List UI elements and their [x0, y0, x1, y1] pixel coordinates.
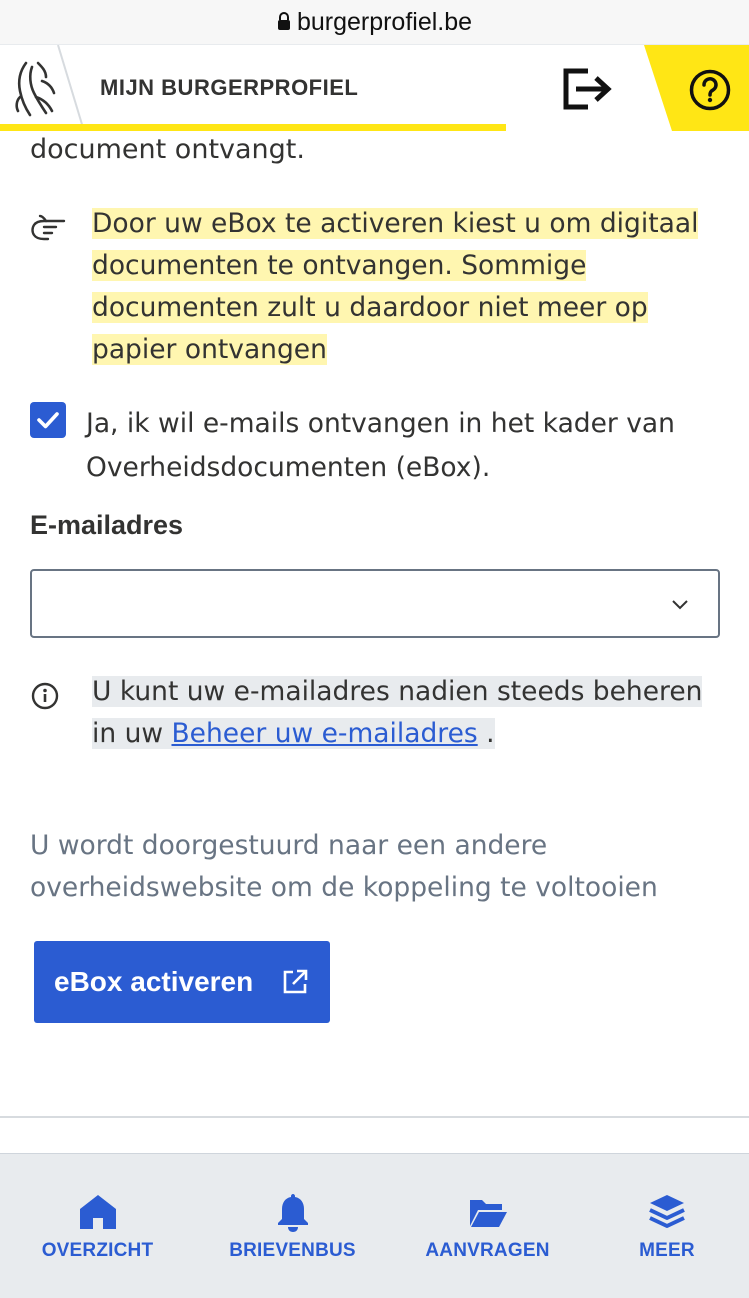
- tab-aanvragen-label: AANVRAGEN: [425, 1240, 550, 1261]
- tab-aanvragen[interactable]: AANVRAGEN: [390, 1154, 585, 1298]
- manage-email-link[interactable]: Beheer uw e-mailadres: [171, 718, 477, 749]
- consent-label: Ja, ik wil e-mails ontvangen in het kade…: [86, 408, 675, 483]
- paragraph-end: document ontvangt.: [30, 134, 305, 165]
- content-divider: [0, 1116, 749, 1118]
- ebox-activate-label: eBox activeren: [54, 966, 254, 997]
- consent-checkbox[interactable]: [30, 402, 66, 438]
- help-icon[interactable]: [689, 69, 731, 111]
- page-title: MIJN BURGERPROFIEL: [100, 75, 359, 100]
- pointing-hand-icon: [31, 214, 66, 241]
- tab-brievenbus[interactable]: BRIEVENBUS: [195, 1154, 390, 1298]
- callout-text: Door uw eBox te activeren kiest u om dig…: [92, 208, 699, 365]
- home-icon: [79, 1195, 116, 1229]
- info-text: U kunt uw e-mailadres nadien steeds behe…: [92, 676, 703, 749]
- checkmark-icon: [37, 412, 59, 429]
- logout-icon[interactable]: [562, 67, 614, 111]
- browser-url: burgerprofiel.be: [296, 7, 473, 36]
- tab-meer[interactable]: MEER: [585, 1154, 749, 1298]
- app-header: MIJN BURGERPROFIEL: [0, 44, 749, 131]
- info-icon: [31, 682, 59, 710]
- browser-url-bar[interactable]: burgerprofiel.be: [0, 0, 749, 44]
- redirect-notice: U wordt doorgestuurd naar een andere ove…: [30, 830, 658, 903]
- email-select[interactable]: [30, 569, 720, 638]
- bell-icon: [277, 1194, 308, 1232]
- tab-meer-label: MEER: [639, 1240, 695, 1261]
- tab-brievenbus-label: BRIEVENBUS: [229, 1240, 356, 1261]
- flemish-lion-logo: [15, 61, 56, 117]
- lock-icon: [277, 8, 291, 37]
- header-accent-line: [0, 124, 506, 131]
- chevron-down-icon: [672, 600, 688, 610]
- folder-icon: [469, 1200, 507, 1227]
- tab-overzicht-label: OVERZICHT: [41, 1240, 154, 1261]
- header-divider: [57, 45, 85, 131]
- external-link-icon: [283, 969, 308, 994]
- bottom-tab-bar: OVERZICHT BRIEVENBUS AANVRAGEN MEER: [0, 1153, 749, 1298]
- email-field-label: E-mailadres: [30, 510, 184, 540]
- layers-icon: [649, 1195, 685, 1228]
- ebox-activate-button[interactable]: eBox activeren: [34, 941, 330, 1023]
- tab-overzicht[interactable]: OVERZICHT: [0, 1154, 195, 1298]
